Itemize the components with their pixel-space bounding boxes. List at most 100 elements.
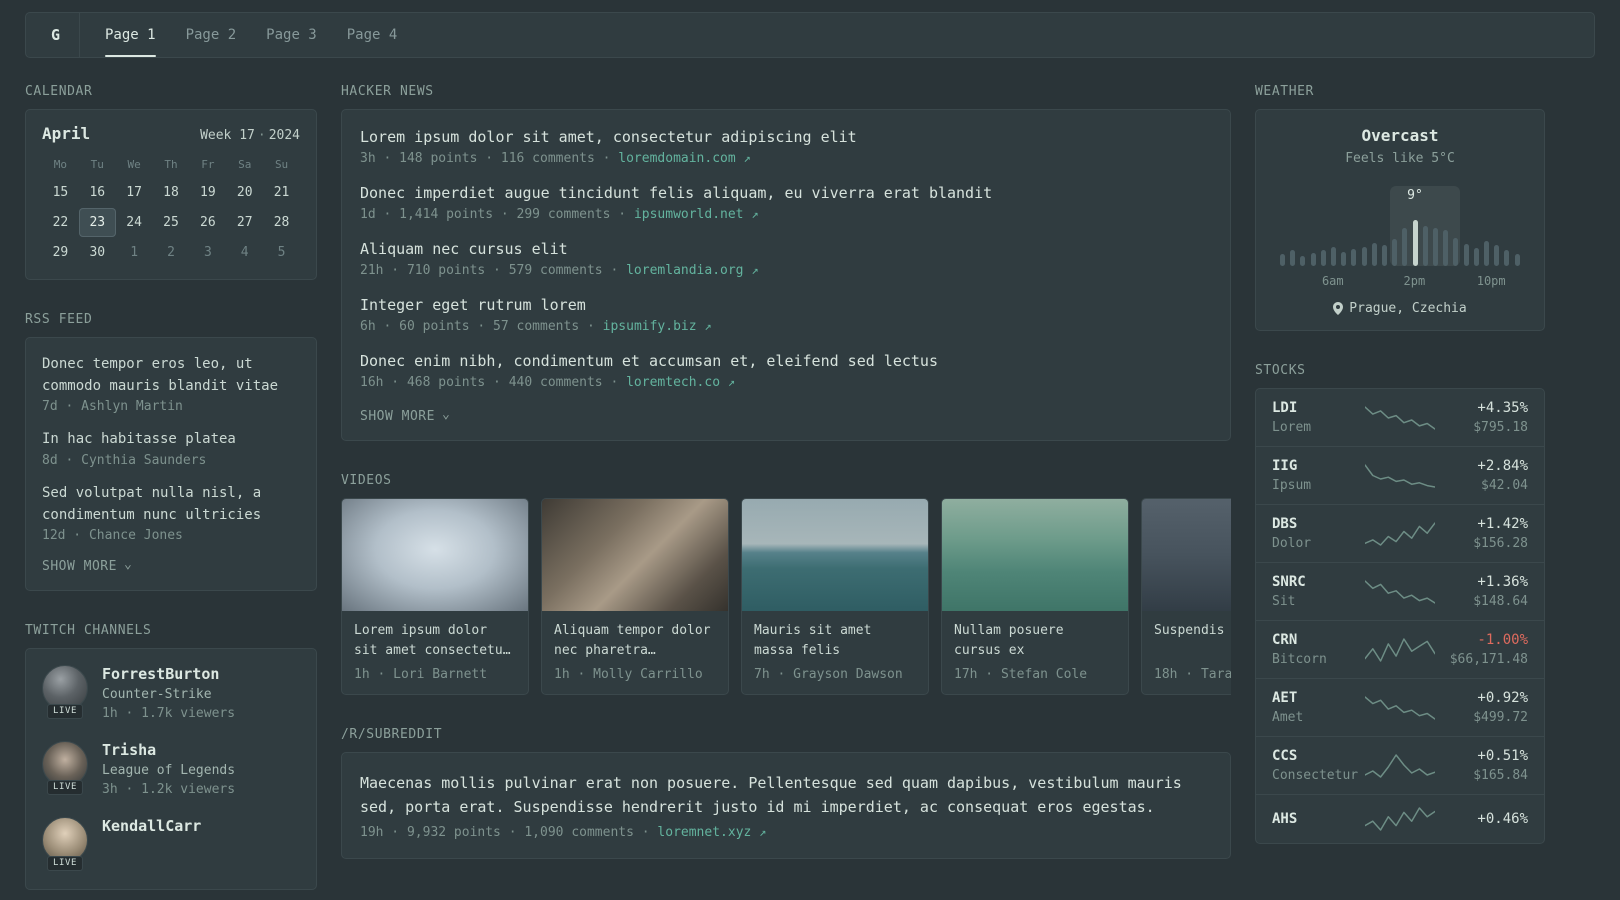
calendar-day[interactable]: 3 [189,238,226,267]
nav-tab[interactable]: Page 4 [332,13,413,57]
twitch-section-title: TWITCH CHANNELS [25,623,152,639]
nav-tab[interactable]: Page 3 [251,13,332,57]
stock-name: Consectetur [1272,768,1359,783]
hn-item-domain-link[interactable]: loremdomain.com ↗ [618,151,750,166]
calendar-day[interactable]: 24 [116,208,153,237]
stock-name: Ipsum [1272,478,1312,493]
calendar-day[interactable]: 16 [79,178,116,207]
video-card[interactable]: Nullam posuere cursus ex 17h · Stefan Co… [941,498,1129,695]
stock-row[interactable]: SNRC Sit +1.36% $148.64 [1256,562,1544,620]
hn-item-domain-link[interactable]: ipsumworld.net ↗ [634,207,759,222]
calendar-day[interactable]: 21 [263,178,300,207]
calendar-day[interactable]: 17 [116,178,153,207]
hn-item-title[interactable]: Integer eget rutrum lorem [360,296,1212,314]
hn-item-title[interactable]: Aliquam nec cursus elit [360,240,1212,258]
weather-location-row[interactable]: Prague, Czechia [1272,301,1528,316]
video-card[interactable]: Aliquam tempor dolor nec pharetra… 1h · … [541,498,729,695]
video-meta: 17h · Stefan Cole [954,667,1088,682]
video-thumbnail [1142,499,1231,611]
calendar-day-selected[interactable]: 23 [78,208,116,237]
calendar-day[interactable]: 28 [263,208,300,237]
calendar-day[interactable]: 29 [42,238,79,267]
hn-item-title[interactable]: Lorem ipsum dolor sit amet, consectetur … [360,128,1212,146]
calendar-day[interactable]: 27 [226,208,263,237]
hn-item: Integer eget rutrum lorem 6h · 60 points… [360,296,1212,334]
hn-item-title[interactable]: Donec enim nibh, condimentum et accumsan… [360,352,1212,370]
calendar-day[interactable]: 2 [153,238,190,267]
nav-tab[interactable]: Page 2 [171,13,252,57]
stock-id: IIG Ipsum [1272,458,1364,493]
stock-row[interactable]: AHS +0.46% [1256,794,1544,843]
weather-chart: 9° [1280,182,1520,266]
calendar-weekday-label: Mo [53,158,68,171]
calendar-day[interactable]: 20 [226,178,263,207]
weather-bar [1331,247,1337,266]
weather-time-label: 2pm [1403,274,1426,288]
hn-item-title[interactable]: Donec imperdiet augue tincidunt felis al… [360,184,1212,202]
video-meta: 18h · Tara [1154,667,1231,682]
rss-item[interactable]: In hac habitasse platea 8d · Cynthia Sau… [42,429,300,468]
weather-section-title: WEATHER [1255,84,1314,99]
hn-item-domain-link[interactable]: loremtech.co ↗ [626,375,735,390]
stock-ticker: AHS [1272,811,1298,827]
hn-show-more-button[interactable]: SHOW MORE ⌄ [360,408,450,424]
stock-ticker: IIG [1272,458,1298,474]
calendar-day[interactable]: 4 [226,238,263,267]
hn-item: Donec enim nibh, condimentum et accumsan… [360,352,1212,390]
weather-bar [1453,238,1459,266]
weather-condition: Overcast [1361,126,1439,145]
hn-item-meta: 6h · 60 points · 57 comments · ipsumify.… [360,319,712,334]
subreddit-post-domain-link[interactable]: loremnet.xyz ↗ [657,825,766,840]
twitch-channel[interactable]: LIVE ForrestBurton Counter-Strike 1h · 1… [42,665,300,721]
calendar-day[interactable]: 1 [116,238,153,267]
stock-row[interactable]: LDI Lorem +4.35% $795.18 [1256,389,1544,446]
hn-item-domain-link[interactable]: loremlandia.org ↗ [626,263,758,278]
hn-item-domain-link[interactable]: ipsumify.biz ↗ [603,319,712,334]
stock-row[interactable]: AET Amet +0.92% $499.72 [1256,678,1544,736]
twitch-channel[interactable]: LIVE Trisha League of Legends 3h · 1.2k … [42,741,300,797]
calendar-day[interactable]: 30 [79,238,116,267]
calendar-section-title: CALENDAR [25,84,93,99]
avatar: LIVE [42,741,88,796]
stock-row[interactable]: IIG Ipsum +2.84% $42.04 [1256,446,1544,504]
weather-bar [1382,245,1388,266]
video-card[interactable]: Mauris sit amet massa felis 7h · Grayson… [741,498,929,695]
calendar-day[interactable]: 18 [153,178,190,207]
location-pin-icon [1333,302,1344,315]
rss-item-meta: 8d · Cynthia Saunders [42,453,207,469]
stock-row[interactable]: DBS Dolor +1.42% $156.28 [1256,504,1544,562]
rss-item[interactable]: Sed volutpat nulla nisl, a condimentum n… [42,483,300,543]
subreddit-post-title[interactable]: Maecenas mollis pulvinar erat non posuer… [360,771,1212,819]
calendar-day[interactable]: 22 [42,208,79,237]
external-link-icon: ↗ [704,319,712,333]
weather-bar [1310,253,1316,266]
app-logo[interactable]: G [32,13,80,57]
calendar-day[interactable]: 25 [153,208,190,237]
weather-bar [1341,252,1347,266]
twitch-channel[interactable]: LIVE KendallCarr [42,817,300,872]
calendar-weekday-label: We [127,158,141,171]
rss-item[interactable]: Donec tempor eros leo, ut commodo mauris… [42,354,300,414]
stock-sparkline [1365,695,1435,720]
calendar-day[interactable]: 5 [263,238,300,267]
nav-tab[interactable]: Page 1 [90,13,171,57]
weather-bar [1504,250,1510,266]
calendar-day[interactable]: 15 [42,178,79,207]
rss-show-more-button[interactable]: SHOW MORE ⌄ [42,558,132,574]
stock-values: +4.35% $795.18 [1436,400,1528,435]
external-link-icon: ↗ [751,263,759,277]
video-card[interactable]: Lorem ipsum dolor sit amet consectetu… 1… [341,498,529,695]
video-card[interactable]: Suspendis diam 18h · Tara [1141,498,1231,695]
video-card-body: Suspendis diam 18h · Tara [1142,611,1231,694]
stock-row[interactable]: CRN Bitcorn -1.00% $66,171.48 [1256,620,1544,678]
stock-values: +0.92% $499.72 [1436,690,1528,725]
stock-row[interactable]: CCS Consectetur +0.51% $165.84 [1256,736,1544,794]
calendar-day[interactable]: 26 [189,208,226,237]
hn-item-meta: 1d · 1,414 points · 299 comments · ipsum… [360,207,759,222]
stock-id: LDI Lorem [1272,400,1364,435]
stock-price: $42.04 [1481,478,1528,493]
separator-dot: · [257,128,266,143]
calendar-day[interactable]: 19 [189,178,226,207]
rss-section-title: RSS FEED [25,312,93,327]
hn-item: Donec imperdiet augue tincidunt felis al… [360,184,1212,222]
